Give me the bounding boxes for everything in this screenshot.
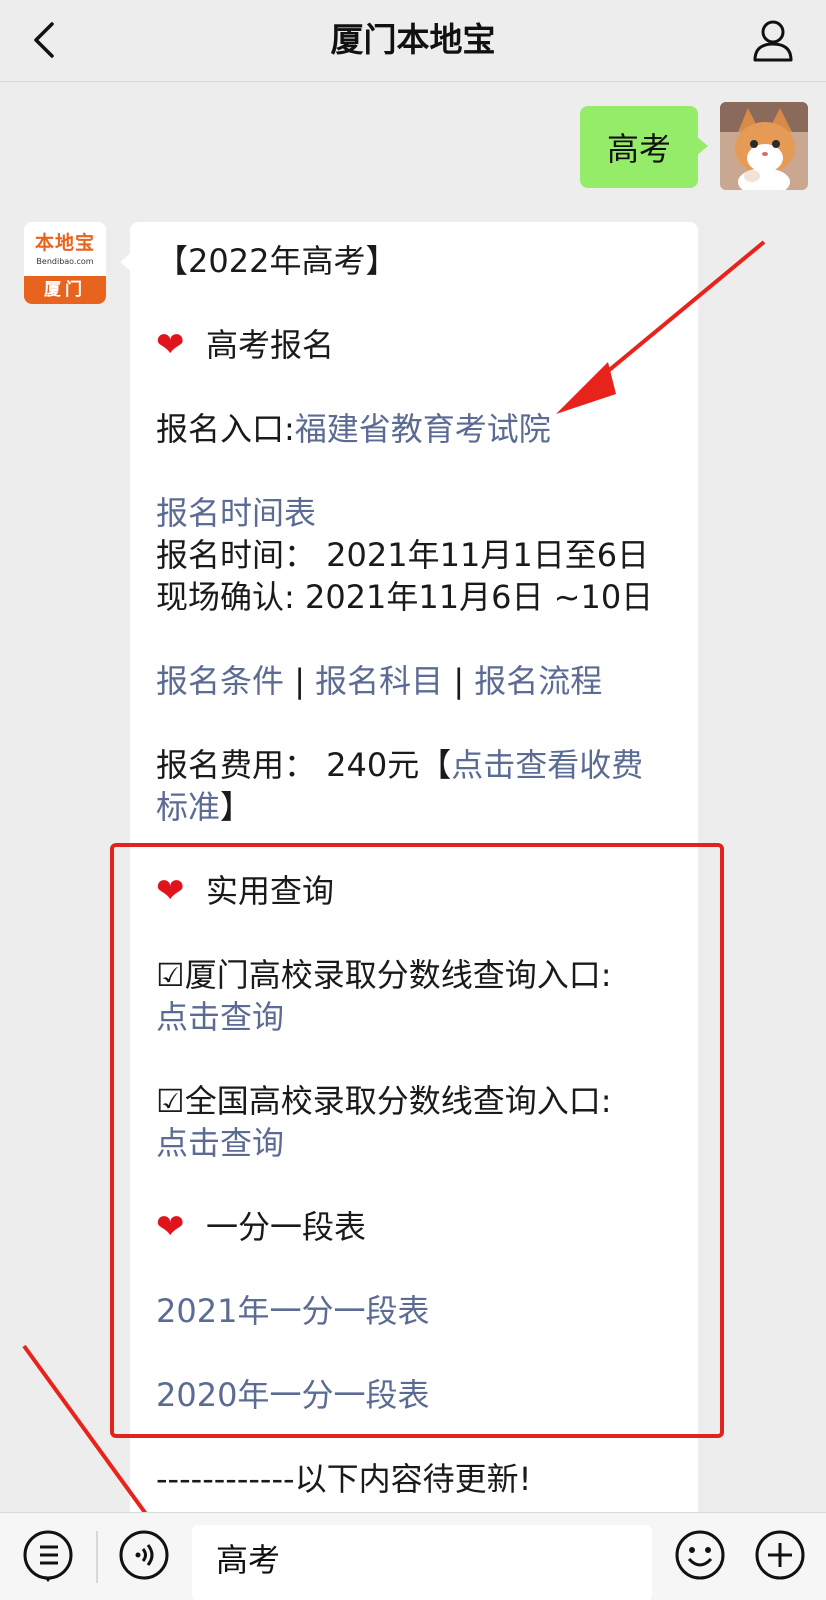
- link-fee-standard[interactable]: 点击查看收费: [451, 746, 643, 784]
- link-national-query[interactable]: 点击查询: [156, 1122, 674, 1164]
- link-fujian-exam-authority[interactable]: 福建省教育考试院: [295, 410, 551, 448]
- user-message-text: 高考: [606, 130, 671, 168]
- bar-divider: [96, 1531, 98, 1583]
- link-2021-score-table[interactable]: 2021年一分一段表: [156, 1290, 674, 1332]
- emoji-button[interactable]: [672, 1527, 728, 1583]
- heart-icon: ❤: [156, 1207, 185, 1247]
- pending-update-note: ------------以下内容待更新!: [156, 1460, 532, 1498]
- link-process[interactable]: 报名流程: [474, 662, 602, 700]
- onsite-confirmation: 现场确认: 2021年11月6日 ~10日: [156, 578, 654, 616]
- link-xiamen-query[interactable]: 点击查询: [156, 996, 674, 1038]
- registration-time: 报名时间： 2021年11月1日至6日: [156, 536, 650, 574]
- plus-button[interactable]: [752, 1527, 808, 1583]
- section-heading-registration: ❤ 高考报名: [156, 325, 335, 365]
- plus-icon: [755, 1530, 805, 1580]
- voice-icon: [119, 1530, 169, 1580]
- link-fee-standard-cont[interactable]: 标准: [156, 788, 220, 826]
- user-avatar[interactable]: [720, 102, 808, 190]
- page-title: 厦门本地宝: [330, 20, 496, 59]
- user-message-bubble: 高考: [580, 106, 708, 188]
- heart-icon: ❤: [156, 871, 185, 911]
- message-input[interactable]: 高考: [192, 1525, 652, 1600]
- heart-icon: ❤: [156, 325, 185, 365]
- bot-avatar-city: 厦门: [24, 276, 106, 304]
- fee-line: 报名费用： 240元【点击查看收费: [156, 746, 644, 784]
- person-icon: [753, 20, 793, 62]
- profile-button[interactable]: [750, 18, 796, 64]
- link-conditions[interactable]: 报名条件: [156, 662, 284, 700]
- menu-button[interactable]: [20, 1527, 76, 1583]
- smile-icon: [675, 1530, 725, 1580]
- fee-line-2: 标准】: [156, 788, 253, 826]
- section-heading-score-table: ❤ 一分一段表: [156, 1207, 367, 1247]
- entry-line: 报名入口:福建省教育考试院: [156, 410, 551, 448]
- xiamen-query-label: ☑厦门高校录取分数线查询入口:: [156, 956, 612, 994]
- registration-links: 报名条件 | 报名科目 | 报名流程: [156, 662, 603, 700]
- chat-header: 厦门本地宝: [0, 0, 826, 82]
- bendibao-logo: 本地宝 Bendibao.com: [24, 222, 106, 276]
- link-2020-score-table[interactable]: 2020年一分一段表: [156, 1374, 674, 1416]
- bot-message-bubble: 【2022年高考】 ❤ 高考报名 报名入口:福建省教育考试院 报名时间表 报名时间…: [120, 222, 698, 1532]
- link-schedule[interactable]: 报名时间表: [156, 492, 674, 534]
- cat-avatar-image: [720, 102, 808, 190]
- chat-input-bar: 高考: [0, 1512, 826, 1600]
- message-title: 【2022年高考】: [156, 242, 398, 280]
- national-query-label: ☑全国高校录取分数线查询入口:: [156, 1082, 612, 1120]
- section-heading-query: ❤ 实用查询: [156, 871, 335, 911]
- list-icon: [23, 1530, 73, 1582]
- bot-avatar[interactable]: 本地宝 Bendibao.com 厦门: [24, 222, 106, 304]
- voice-button[interactable]: [116, 1527, 172, 1583]
- link-subjects[interactable]: 报名科目: [315, 662, 443, 700]
